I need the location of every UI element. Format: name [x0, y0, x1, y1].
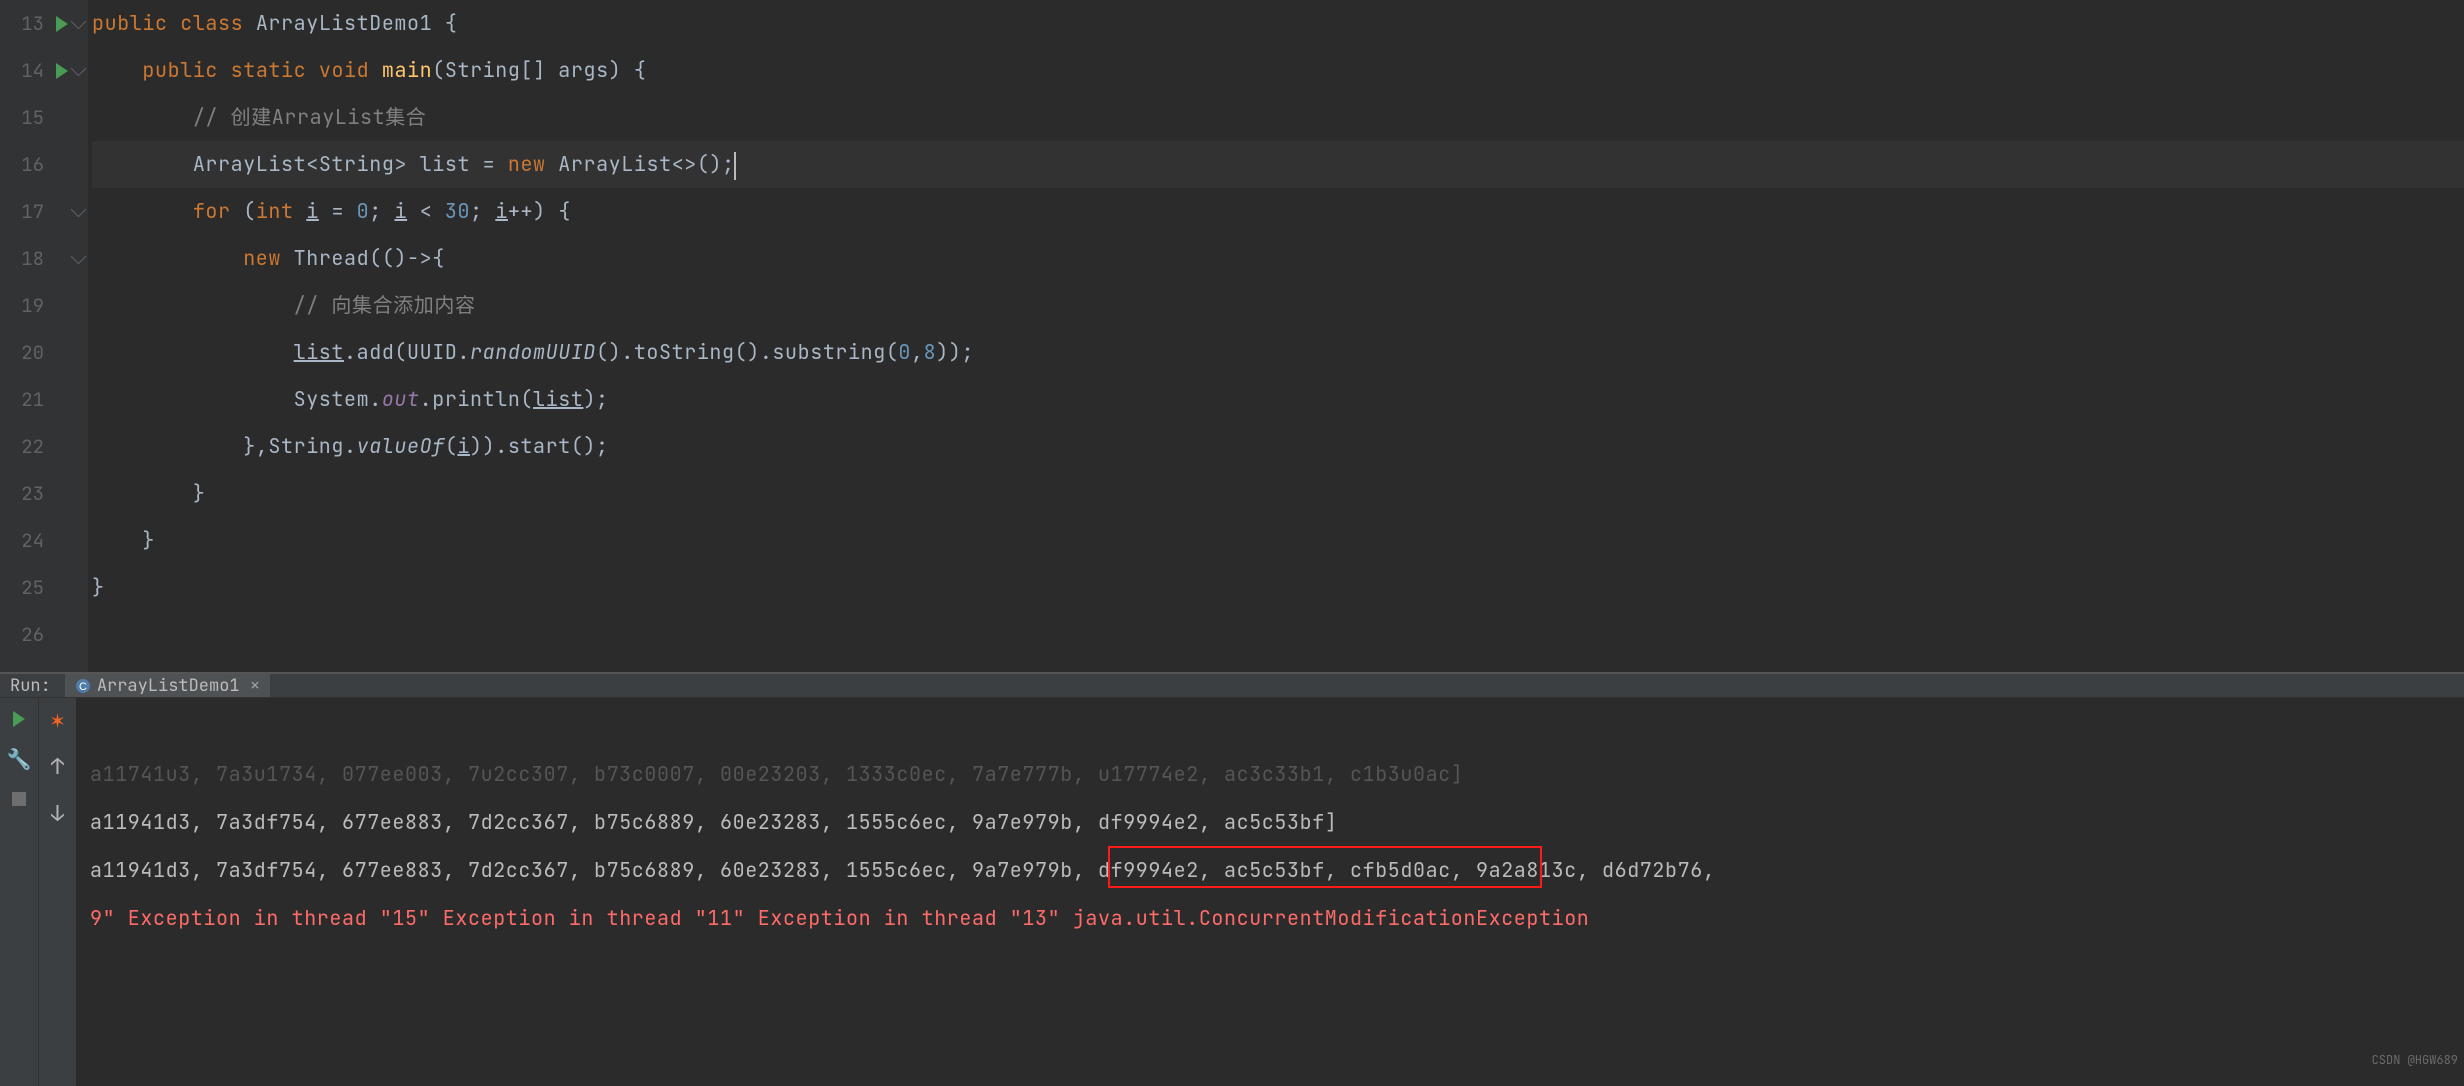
- line-number: 23: [0, 470, 44, 517]
- code-content[interactable]: public class ArrayListDemo1 { public sta…: [88, 0, 2464, 672]
- line-number-gutter: 13 14 15 16 17 18 19 20 21 22 23 24 25 2…: [0, 0, 70, 672]
- line-number: 25: [0, 564, 44, 611]
- console-line: a11741u3, 7a3u1734, 077ee003, 7u2cc307, …: [90, 761, 1463, 787]
- rerun-button[interactable]: [8, 708, 30, 730]
- line-number: 18: [0, 235, 44, 282]
- console-line: a11941d3, 7a3df754, 677ee883, 7d2cc367, …: [90, 809, 1337, 835]
- line-number: 15: [0, 94, 44, 141]
- line-number: 19: [0, 282, 44, 329]
- line-number: 24: [0, 517, 44, 564]
- run-gutter-icon[interactable]: [56, 63, 68, 79]
- line-number: 16: [0, 141, 44, 188]
- fold-toggle-icon[interactable]: [71, 249, 87, 265]
- svg-text:C: C: [79, 681, 87, 693]
- stop-button[interactable]: [8, 788, 30, 810]
- console-line: a11941d3, 7a3df754, 677ee883, 7d2cc367, …: [90, 857, 1715, 883]
- java-class-icon: C: [75, 678, 91, 694]
- line-number: 14: [0, 47, 44, 94]
- fold-toggle-icon[interactable]: [71, 61, 87, 77]
- run-label: Run:: [10, 675, 51, 697]
- run-config-tab[interactable]: C ArrayListDemo1 ×: [65, 674, 271, 697]
- line-number: 17: [0, 188, 44, 235]
- console-nav-toolbar: ✶ ↑ ↓: [38, 698, 76, 1086]
- play-icon: [13, 711, 25, 727]
- up-button[interactable]: ↑: [51, 752, 64, 781]
- run-tab-label: ArrayListDemo1: [97, 675, 240, 697]
- debug-icon[interactable]: ✶: [49, 708, 66, 734]
- stop-icon: [12, 792, 26, 806]
- line-number: 13: [0, 0, 44, 47]
- close-icon[interactable]: ×: [250, 674, 261, 697]
- run-gutter-icon[interactable]: [56, 16, 68, 32]
- run-header: Run: C ArrayListDemo1 ×: [0, 674, 2464, 698]
- down-button[interactable]: ↓: [51, 799, 64, 828]
- settings-button[interactable]: 🔧: [8, 748, 30, 770]
- line-number: 22: [0, 423, 44, 470]
- line-number: 21: [0, 376, 44, 423]
- line-number: 20: [0, 329, 44, 376]
- folding-gutter[interactable]: [70, 0, 88, 672]
- fold-toggle-icon[interactable]: [71, 202, 87, 218]
- watermark: CSDN @HGW689: [2372, 1036, 2458, 1084]
- run-toolbar: 🔧: [0, 698, 38, 1086]
- fold-toggle-icon[interactable]: [71, 14, 87, 30]
- run-tool-window: Run: C ArrayListDemo1 × 🔧 ✶ ↑ ↓ a11741u3…: [0, 674, 2464, 922]
- text-caret: [734, 152, 736, 180]
- code-editor[interactable]: 13 14 15 16 17 18 19 20 21 22 23 24 25 2…: [0, 0, 2464, 672]
- line-number: 26: [0, 611, 44, 658]
- console-error-line: 9" Exception in thread "15" Exception in…: [90, 905, 1589, 931]
- console-output[interactable]: a11741u3, 7a3u1734, 077ee003, 7u2cc307, …: [76, 698, 2464, 1086]
